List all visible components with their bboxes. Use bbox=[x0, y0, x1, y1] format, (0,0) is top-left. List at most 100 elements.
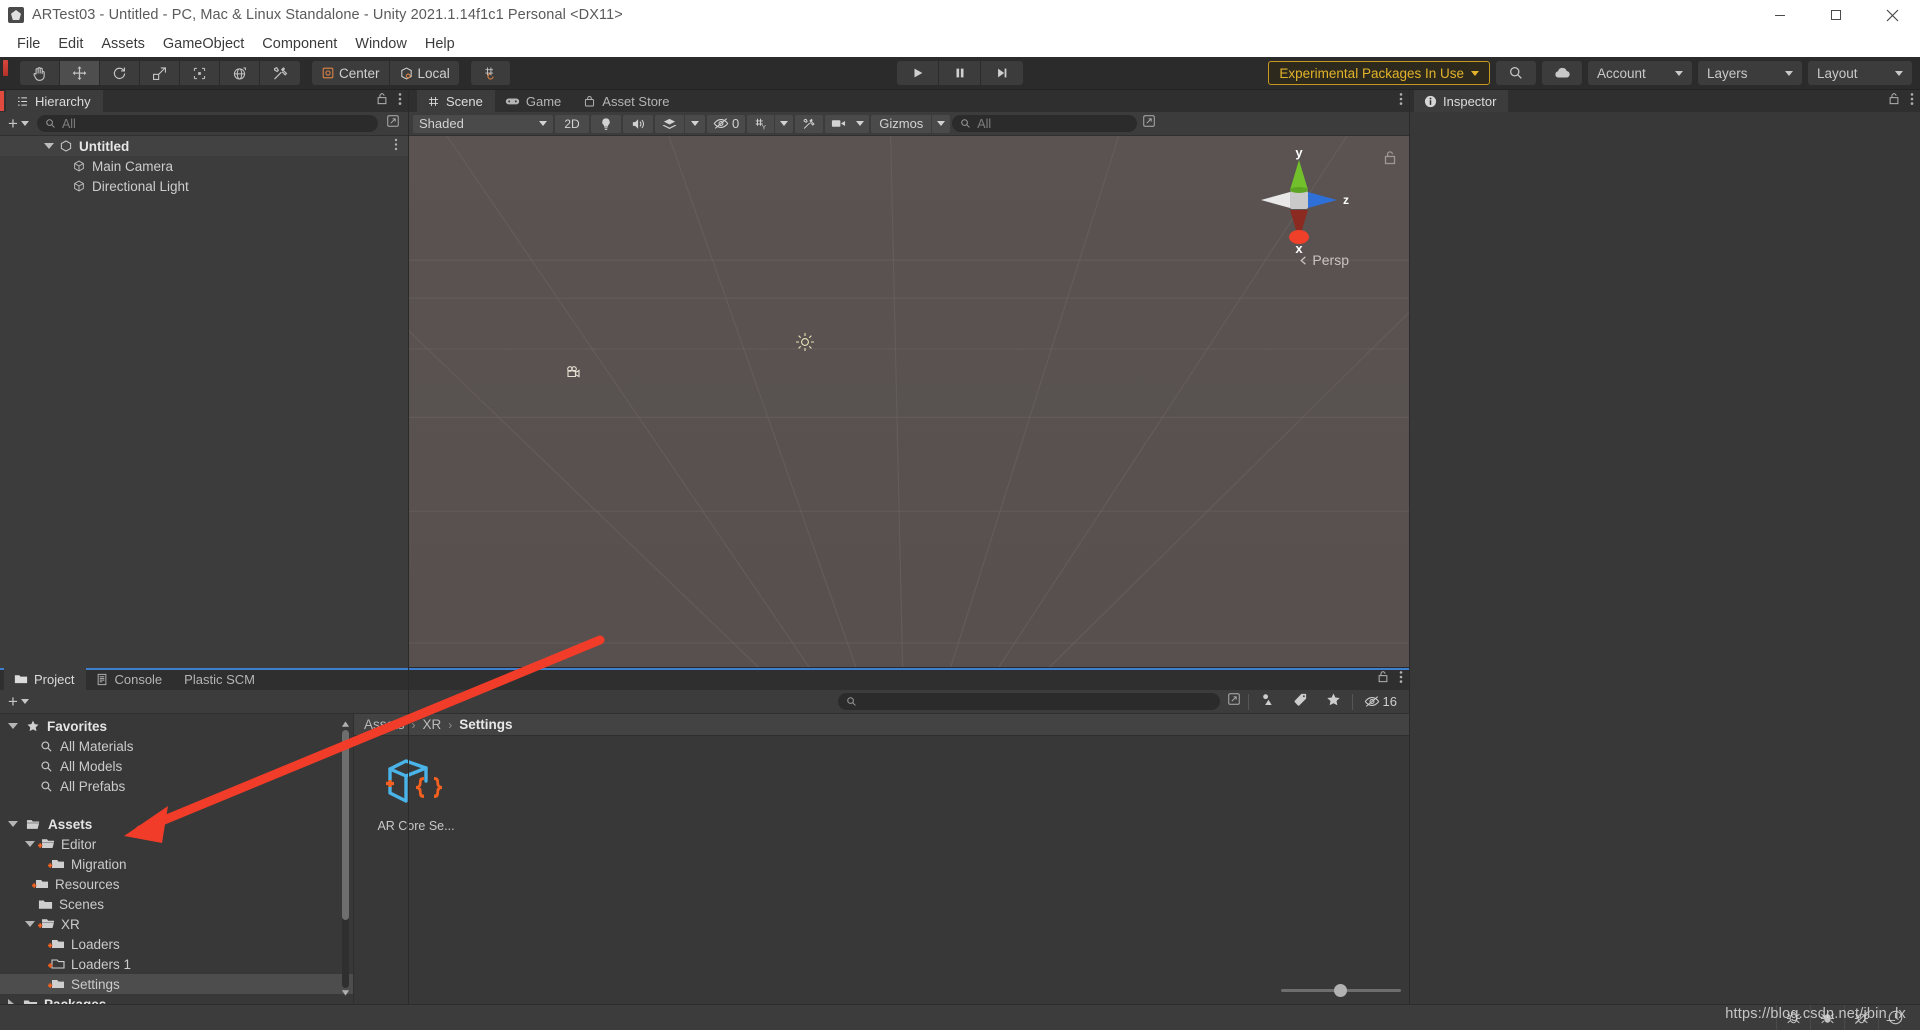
tree-row-loaders[interactable]: Loaders bbox=[0, 934, 353, 954]
tree-row-migration[interactable]: Migration bbox=[0, 854, 353, 874]
rotate-tool-button[interactable] bbox=[100, 61, 140, 85]
tree-row-xr[interactable]: XR bbox=[0, 914, 353, 934]
chevron-down-icon[interactable] bbox=[8, 821, 18, 827]
tree-row-all-prefabs[interactable]: All Prefabs bbox=[0, 776, 353, 796]
kebab-menu-icon[interactable] bbox=[398, 92, 402, 111]
tab-project[interactable]: Project bbox=[4, 668, 87, 690]
rect-transform-tool-button[interactable] bbox=[180, 61, 220, 85]
project-folder-tree[interactable]: Favorites All Materials All Models All P… bbox=[0, 714, 354, 1004]
tree-row-favorites[interactable]: Favorites bbox=[0, 716, 353, 736]
chevron-down-icon[interactable] bbox=[25, 841, 35, 847]
menu-window[interactable]: Window bbox=[346, 34, 416, 54]
bug-icon[interactable] bbox=[1776, 1004, 1810, 1030]
hierarchy-row-scene[interactable]: Untitled bbox=[0, 136, 408, 156]
play-button[interactable] bbox=[897, 61, 939, 85]
scroll-down-arrow-icon[interactable] bbox=[341, 984, 350, 1002]
tree-row-assets[interactable]: Assets bbox=[0, 814, 353, 834]
tab-hierarchy[interactable]: Hierarchy bbox=[6, 90, 103, 112]
breadcrumb-item-settings[interactable]: Settings bbox=[459, 717, 512, 732]
effects-dropdown-button[interactable] bbox=[685, 114, 705, 133]
cloud-icon[interactable] bbox=[1542, 61, 1582, 85]
hierarchy-row-main-camera[interactable]: Main Camera bbox=[0, 156, 408, 176]
hierarchy-add-button[interactable]: + bbox=[4, 115, 33, 132]
gizmos-button[interactable]: Gizmos bbox=[871, 114, 933, 133]
tree-row-loaders-1[interactable]: Loaders 1 bbox=[0, 954, 353, 974]
tab-game[interactable]: Game bbox=[495, 90, 573, 112]
hierarchy-search-input[interactable]: All bbox=[36, 115, 378, 132]
camera-dropdown-button[interactable] bbox=[851, 114, 870, 133]
step-button[interactable] bbox=[981, 61, 1023, 85]
splitter-hierarchy-scene[interactable] bbox=[408, 90, 409, 1004]
star-icon[interactable] bbox=[1319, 692, 1348, 712]
pause-button[interactable] bbox=[939, 61, 981, 85]
tab-plastic-scm[interactable]: Plastic SCM bbox=[174, 668, 267, 690]
transform-tool-button[interactable] bbox=[220, 61, 260, 85]
tree-row-settings[interactable]: Settings bbox=[0, 974, 353, 994]
grid-snap-button[interactable] bbox=[470, 61, 511, 85]
hand-tool-button[interactable] bbox=[20, 61, 60, 85]
lock-icon[interactable] bbox=[376, 92, 388, 110]
layers-dropdown[interactable]: Layers bbox=[1698, 61, 1802, 85]
chevron-down-icon[interactable] bbox=[44, 143, 54, 149]
tree-row-editor[interactable]: Editor bbox=[0, 834, 353, 854]
lock-icon[interactable] bbox=[1888, 92, 1900, 110]
asset-zoom-slider[interactable] bbox=[1281, 980, 1401, 1000]
main-camera-gizmo[interactable] bbox=[564, 364, 584, 382]
bug-mute-icon[interactable] bbox=[1844, 1004, 1878, 1030]
gizmos-dropdown-button[interactable] bbox=[932, 114, 951, 133]
grid-dropdown-button[interactable] bbox=[775, 114, 794, 133]
move-tool-button[interactable] bbox=[60, 61, 100, 85]
filter-by-type-icon[interactable] bbox=[1253, 692, 1282, 712]
grid-axis-button[interactable]: Y bbox=[747, 114, 776, 133]
scene-orientation-gizmo[interactable]: y x z bbox=[1245, 146, 1353, 254]
breadcrumb-item-assets[interactable]: Assets bbox=[364, 717, 405, 732]
tab-scene[interactable]: Scene bbox=[417, 90, 495, 112]
kebab-menu-icon[interactable] bbox=[1399, 670, 1403, 689]
scene-camera-button[interactable] bbox=[825, 114, 852, 133]
project-tree-scrollbar[interactable] bbox=[340, 716, 351, 1002]
expand-icon[interactable] bbox=[1224, 692, 1244, 711]
filter-by-label-icon[interactable] bbox=[1286, 692, 1315, 712]
scale-tool-button[interactable] bbox=[140, 61, 180, 85]
directional-light-gizmo[interactable] bbox=[794, 331, 816, 353]
scene-visibility-button[interactable]: 0 bbox=[707, 114, 746, 133]
kebab-menu-icon[interactable] bbox=[1399, 92, 1403, 111]
scene-tools-button[interactable] bbox=[795, 114, 824, 133]
menu-component[interactable]: Component bbox=[253, 34, 346, 54]
toggle-2d-button[interactable]: 2D bbox=[555, 114, 589, 133]
breadcrumb-item-xr[interactable]: XR bbox=[423, 717, 442, 732]
menu-edit[interactable]: Edit bbox=[49, 34, 92, 54]
close-icon[interactable] bbox=[1864, 0, 1920, 30]
audio-toggle-button[interactable] bbox=[623, 114, 653, 133]
scene-viewport[interactable]: y x z Persp bbox=[409, 136, 1409, 667]
splitter-scene-project[interactable] bbox=[409, 667, 1409, 668]
progress-icon[interactable] bbox=[1878, 1004, 1912, 1030]
menu-gameobject[interactable]: GameObject bbox=[154, 34, 253, 54]
tab-inspector[interactable]: Inspector bbox=[1414, 90, 1509, 112]
tree-row-all-models[interactable]: All Models bbox=[0, 756, 353, 776]
lighting-toggle-button[interactable] bbox=[591, 114, 621, 133]
lock-icon[interactable] bbox=[1377, 670, 1389, 688]
custom-tool-button[interactable] bbox=[260, 61, 300, 85]
menu-assets[interactable]: Assets bbox=[92, 34, 154, 54]
kebab-menu-icon[interactable] bbox=[1910, 92, 1914, 111]
project-hidden-count[interactable]: 16 bbox=[1357, 694, 1405, 709]
pivot-rotation-button[interactable]: Local bbox=[389, 61, 459, 85]
expand-icon[interactable] bbox=[1139, 114, 1159, 133]
scrollbar-thumb[interactable] bbox=[342, 730, 349, 920]
scene-search-input[interactable]: All bbox=[952, 115, 1138, 132]
layout-dropdown[interactable]: Layout bbox=[1808, 61, 1912, 85]
effects-toggle-button[interactable] bbox=[655, 114, 685, 133]
menu-help[interactable]: Help bbox=[416, 34, 464, 54]
account-dropdown[interactable]: Account bbox=[1588, 61, 1692, 85]
tree-row-resources[interactable]: Resources bbox=[0, 874, 353, 894]
zoom-slider-knob[interactable] bbox=[1333, 983, 1347, 997]
tab-console[interactable]: Console bbox=[86, 668, 174, 690]
expand-icon[interactable] bbox=[382, 114, 404, 133]
asset-item[interactable]: AR Core Se... bbox=[370, 753, 462, 976]
splitter-scene-inspector[interactable] bbox=[1409, 90, 1410, 1004]
scene-projection-label[interactable]: Persp bbox=[1298, 252, 1349, 268]
maximize-icon[interactable] bbox=[1808, 0, 1864, 30]
experimental-packages-button[interactable]: Experimental Packages In Use bbox=[1268, 61, 1490, 85]
chevron-down-icon[interactable] bbox=[25, 921, 35, 927]
